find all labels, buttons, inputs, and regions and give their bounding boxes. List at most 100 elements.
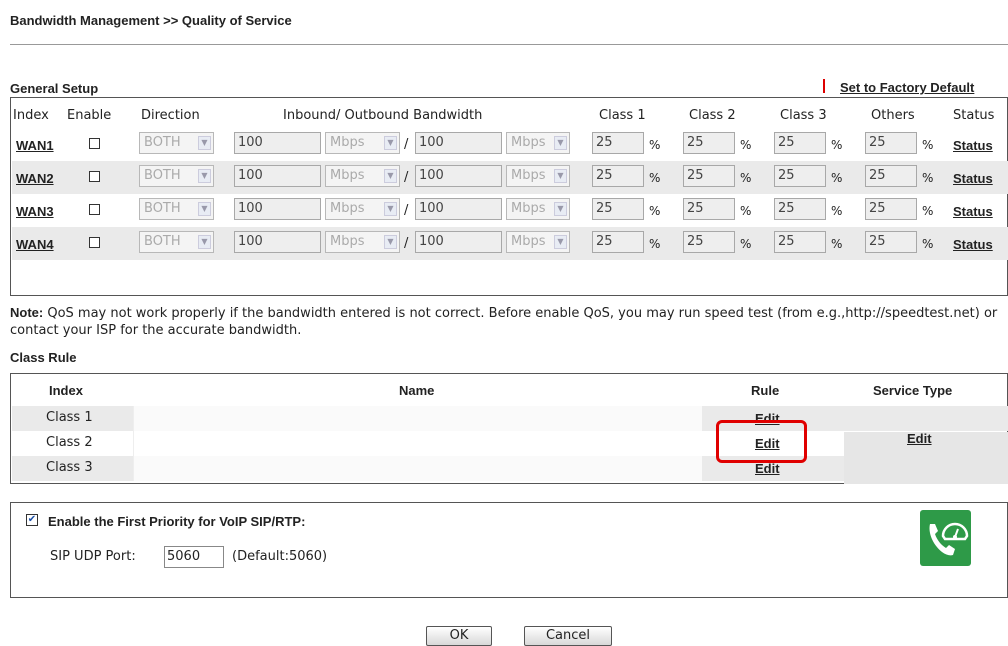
wan-index-link[interactable]: WAN3 (16, 204, 54, 219)
wan-row: WAN2 BOTH ▼ 100 Mbps ▼ / 100 Mbps ▼ 25% 25% 25% 25% St… (12, 161, 1008, 194)
class-index: Class 3 (46, 460, 93, 475)
outbound-input[interactable]: 100 (415, 165, 502, 187)
inbound-input[interactable]: 100 (234, 198, 321, 220)
enable-checkbox[interactable] (89, 237, 100, 248)
status-link[interactable]: Status (953, 237, 993, 252)
cancel-button[interactable]: Cancel (524, 626, 612, 646)
service-type-edit-link[interactable]: Edit (907, 431, 932, 446)
percent-sign: % (831, 204, 843, 218)
inbound-input[interactable]: 100 (234, 132, 321, 154)
direction-select[interactable]: BOTH ▼ (139, 231, 214, 253)
enable-checkbox[interactable] (89, 171, 100, 182)
percent-sign: % (649, 204, 661, 218)
col-class3: Class 3 (780, 108, 827, 123)
percent-sign: % (740, 237, 752, 251)
inbound-input[interactable]: 100 (234, 165, 321, 187)
class2-input[interactable]: 25 (683, 165, 735, 187)
outbound-unit-select[interactable]: Mbps ▼ (506, 165, 570, 187)
cr-col-index: Index (49, 383, 83, 398)
status-link[interactable]: Status (953, 204, 993, 219)
chevron-down-icon: ▼ (384, 169, 397, 183)
percent-sign: % (649, 138, 661, 152)
inbound-unit-select[interactable]: Mbps ▼ (325, 132, 400, 154)
class2-input[interactable]: 25 (683, 132, 735, 154)
class-rule-row: Class 1 Edit (12, 406, 1008, 431)
chevron-down-icon: ▼ (384, 235, 397, 249)
wan-row: WAN4 BOTH ▼ 100 Mbps ▼ / 100 Mbps ▼ 25% 25% 25% 25% St… (12, 227, 1008, 260)
outbound-input[interactable]: 100 (415, 231, 502, 253)
col-index: Index (13, 108, 49, 123)
wan-index-link[interactable]: WAN2 (16, 171, 54, 186)
outbound-unit-value: Mbps (511, 234, 546, 249)
others-input[interactable]: 25 (865, 231, 917, 253)
class3-rule-edit-link[interactable]: Edit (755, 461, 780, 476)
class3-input[interactable]: 25 (774, 165, 826, 187)
direction-select[interactable]: BOTH ▼ (139, 198, 214, 220)
outbound-unit-select[interactable]: Mbps ▼ (506, 132, 570, 154)
direction-value: BOTH (144, 201, 181, 216)
cr-col-service-type: Service Type (873, 383, 953, 398)
wan-index-link[interactable]: WAN1 (16, 138, 54, 153)
inbound-input[interactable]: 100 (234, 231, 321, 253)
others-input[interactable]: 25 (865, 198, 917, 220)
direction-select[interactable]: BOTH ▼ (139, 165, 214, 187)
class2-input[interactable]: 25 (683, 198, 735, 220)
inbound-unit-value: Mbps (330, 201, 365, 216)
bandwidth-slash: / (404, 203, 409, 218)
class1-input[interactable]: 25 (592, 198, 644, 220)
outbound-unit-select[interactable]: Mbps ▼ (506, 231, 570, 253)
class2-input[interactable]: 25 (683, 231, 735, 253)
inbound-unit-value: Mbps (330, 135, 365, 150)
chevron-down-icon: ▼ (198, 235, 211, 249)
percent-sign: % (740, 204, 752, 218)
voip-enable-checkbox[interactable]: ✔ (26, 514, 38, 526)
others-input[interactable]: 25 (865, 132, 917, 154)
page-title: Bandwidth Management >> Quality of Servi… (10, 13, 292, 28)
outbound-input[interactable]: 100 (415, 132, 502, 154)
status-link[interactable]: Status (953, 171, 993, 186)
note-label: Note: (10, 305, 44, 320)
col-class2: Class 2 (689, 108, 736, 123)
class1-input[interactable]: 25 (592, 165, 644, 187)
voip-phone-icon (920, 510, 971, 566)
col-enable: Enable (67, 108, 112, 123)
ok-button[interactable]: OK (426, 626, 492, 646)
col-others: Others (871, 108, 915, 123)
enable-checkbox[interactable] (89, 138, 100, 149)
sip-port-input[interactable]: 5060 (164, 546, 224, 568)
percent-sign: % (922, 171, 934, 185)
percent-sign: % (831, 171, 843, 185)
wan-index-link[interactable]: WAN4 (16, 237, 54, 252)
class3-input[interactable]: 25 (774, 198, 826, 220)
percent-sign: % (922, 204, 934, 218)
percent-sign: % (649, 237, 661, 251)
bandwidth-slash: / (404, 137, 409, 152)
col-bandwidth: Inbound/ Outbound Bandwidth (283, 108, 483, 123)
title-divider (10, 44, 1008, 45)
class-name (133, 456, 702, 481)
class-rule-table: Index Name Rule Service Type Class 1 Edi… (10, 373, 1008, 484)
percent-sign: % (922, 138, 934, 152)
inbound-unit-select[interactable]: Mbps ▼ (325, 231, 400, 253)
percent-sign: % (740, 171, 752, 185)
class3-input[interactable]: 25 (774, 132, 826, 154)
class3-input[interactable]: 25 (774, 231, 826, 253)
status-link[interactable]: Status (953, 138, 993, 153)
class-name (133, 406, 702, 431)
bandwidth-note: Note: QoS may not work properly if the b… (10, 304, 1008, 339)
general-setup-title: General Setup (10, 81, 99, 96)
chevron-down-icon: ▼ (554, 169, 567, 183)
enable-checkbox[interactable] (89, 204, 100, 215)
percent-sign: % (740, 138, 752, 152)
outbound-unit-select[interactable]: Mbps ▼ (506, 198, 570, 220)
class1-input[interactable]: 25 (592, 132, 644, 154)
inbound-unit-select[interactable]: Mbps ▼ (325, 198, 400, 220)
chevron-down-icon: ▼ (554, 136, 567, 150)
class1-input[interactable]: 25 (592, 231, 644, 253)
others-input[interactable]: 25 (865, 165, 917, 187)
inbound-unit-select[interactable]: Mbps ▼ (325, 165, 400, 187)
outbound-unit-value: Mbps (511, 168, 546, 183)
direction-select[interactable]: BOTH ▼ (139, 132, 214, 154)
set-factory-default-link[interactable]: Set to Factory Default (840, 80, 974, 95)
outbound-input[interactable]: 100 (415, 198, 502, 220)
